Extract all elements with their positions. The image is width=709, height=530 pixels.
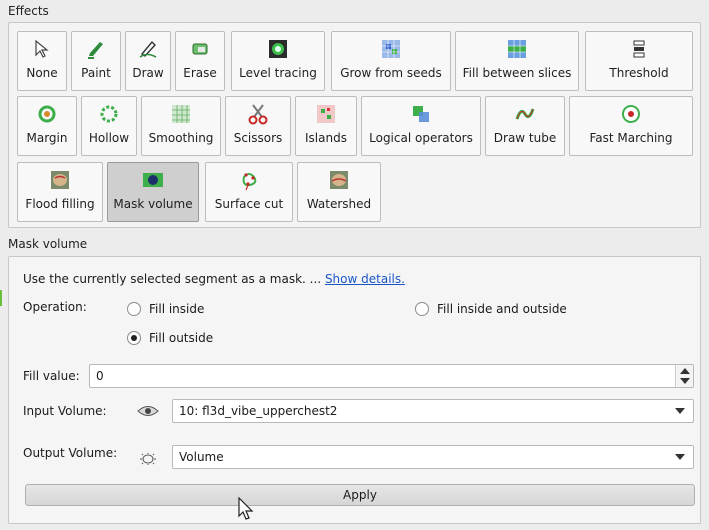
- effect-label: Paint: [81, 66, 111, 80]
- flood-filling-icon: [49, 169, 71, 191]
- effect-label: Islands: [305, 131, 347, 145]
- watershed-icon: [328, 169, 350, 191]
- show-details-link[interactable]: Show details.: [325, 272, 405, 286]
- logical-operators-icon: [410, 103, 432, 125]
- apply-button[interactable]: Apply: [25, 484, 695, 506]
- effect-label: Fast Marching: [589, 131, 673, 145]
- effect-level-tracing-button[interactable]: Level tracing: [231, 31, 325, 91]
- output-volume-label: Output Volume:: [23, 446, 118, 460]
- effect-surface-cut-button[interactable]: Surface cut: [205, 162, 293, 222]
- effect-label: Fill between slices: [462, 66, 572, 80]
- effects-section-title: Effects: [8, 4, 49, 18]
- fill-inside-and-outside-radio[interactable]: Fill inside and outside: [415, 302, 567, 316]
- effect-logical-operators-button[interactable]: Logical operators: [361, 96, 481, 156]
- eye-visibility-icon[interactable]: [137, 404, 159, 421]
- fill-inside-outside-label: Fill inside and outside: [437, 302, 567, 316]
- chevron-down-icon: [675, 408, 685, 414]
- effect-label: Level tracing: [239, 66, 317, 80]
- hollow-icon: [98, 103, 120, 125]
- spin-up-icon[interactable]: [680, 368, 690, 374]
- islands-icon: [315, 103, 337, 125]
- fill-inside-radio[interactable]: Fill inside: [127, 302, 204, 316]
- effect-mask-volume-button[interactable]: Mask volume: [107, 162, 199, 222]
- input-volume-value: 10: fl3d_vibe_upperchest2: [179, 404, 338, 418]
- sun-visibility-icon[interactable]: [137, 452, 159, 469]
- radio-indicator: [127, 302, 141, 316]
- effect-hollow-button[interactable]: Hollow: [81, 96, 137, 156]
- threshold-icon: [628, 38, 650, 60]
- effect-label: Watershed: [306, 197, 372, 211]
- surface-cut-icon: [238, 169, 260, 191]
- operation-label: Operation:: [23, 300, 87, 314]
- pen-draw-icon: [137, 38, 159, 60]
- fill-value-text: 0: [96, 369, 104, 383]
- fill-inside-label: Fill inside: [149, 302, 205, 316]
- effect-grow-from-seeds-button[interactable]: Grow from seeds: [331, 31, 451, 91]
- radio-indicator-selected: [127, 331, 141, 345]
- effect-label: Erase: [183, 66, 217, 80]
- fill-outside-label: Fill outside: [149, 331, 214, 345]
- effect-scissors-button[interactable]: Scissors: [225, 96, 291, 156]
- spin-down-icon[interactable]: [680, 378, 690, 384]
- scissors-icon: [247, 103, 269, 125]
- effect-margin-button[interactable]: Margin: [17, 96, 77, 156]
- effect-fill-between-slices-button[interactable]: Fill between slices: [455, 31, 579, 91]
- smoothing-icon: [170, 103, 192, 125]
- effect-erase-button[interactable]: Erase: [175, 31, 225, 91]
- effect-label: Logical operators: [369, 131, 473, 145]
- mask-description-row: Use the currently selected segment as a …: [23, 272, 405, 286]
- level-tracing-icon: [267, 38, 289, 60]
- chevron-down-icon: [675, 454, 685, 460]
- mask-volume-section-title: Mask volume: [8, 237, 88, 251]
- effect-label: Draw tube: [493, 131, 557, 145]
- effect-label: Surface cut: [214, 197, 284, 211]
- input-volume-combobox[interactable]: 10: fl3d_vibe_upperchest2: [172, 399, 694, 423]
- margin-icon: [36, 103, 58, 125]
- effect-none-button[interactable]: None: [17, 31, 67, 91]
- spinbox-arrows[interactable]: [675, 365, 693, 387]
- fill-value-spinbox[interactable]: 0: [89, 364, 694, 388]
- grow-seeds-icon: [380, 38, 402, 60]
- fast-marching-icon: [620, 103, 642, 125]
- effect-flood-filling-button[interactable]: Flood filling: [17, 162, 103, 222]
- fill-outside-radio[interactable]: Fill outside: [127, 331, 213, 345]
- fill-value-label: Fill value:: [23, 369, 80, 383]
- output-volume-combobox[interactable]: Volume: [172, 445, 694, 469]
- input-volume-label: Input Volume:: [23, 404, 107, 418]
- radio-indicator: [415, 302, 429, 316]
- effect-paint-button[interactable]: Paint: [71, 31, 121, 91]
- effect-label: Draw: [132, 66, 164, 80]
- effect-label: Threshold: [609, 66, 669, 80]
- effect-draw-button[interactable]: Draw: [125, 31, 171, 91]
- mask-description: Use the currently selected segment as a …: [23, 272, 322, 286]
- effect-label: Flood filling: [25, 197, 95, 211]
- mask-volume-icon: [142, 169, 164, 191]
- effect-label: Hollow: [88, 131, 130, 145]
- effect-threshold-button[interactable]: Threshold: [585, 31, 693, 91]
- effect-fast-marching-button[interactable]: Fast Marching: [569, 96, 693, 156]
- effect-label: None: [26, 66, 58, 80]
- draw-tube-icon: [514, 103, 536, 125]
- paint-brush-icon: [85, 38, 107, 60]
- effect-draw-tube-button[interactable]: Draw tube: [485, 96, 565, 156]
- effect-label: Mask volume: [113, 197, 193, 211]
- effects-panel: None Paint Draw Erase Level tracing Grow…: [8, 22, 701, 228]
- output-volume-value: Volume: [179, 450, 224, 464]
- mouse-cursor-icon: [238, 496, 254, 524]
- mask-volume-panel: Use the currently selected segment as a …: [8, 256, 701, 524]
- window-edge-accent: [0, 290, 2, 306]
- fill-slices-icon: [506, 38, 528, 60]
- eraser-icon: [189, 38, 211, 60]
- effect-label: Scissors: [233, 131, 283, 145]
- effect-smoothing-button[interactable]: Smoothing: [141, 96, 221, 156]
- effect-islands-button[interactable]: Islands: [295, 96, 357, 156]
- effect-label: Smoothing: [148, 131, 214, 145]
- effect-label: Margin: [26, 131, 68, 145]
- cursor-arrow-icon: [31, 38, 53, 60]
- effect-label: Grow from seeds: [340, 66, 442, 80]
- effect-watershed-button[interactable]: Watershed: [297, 162, 381, 222]
